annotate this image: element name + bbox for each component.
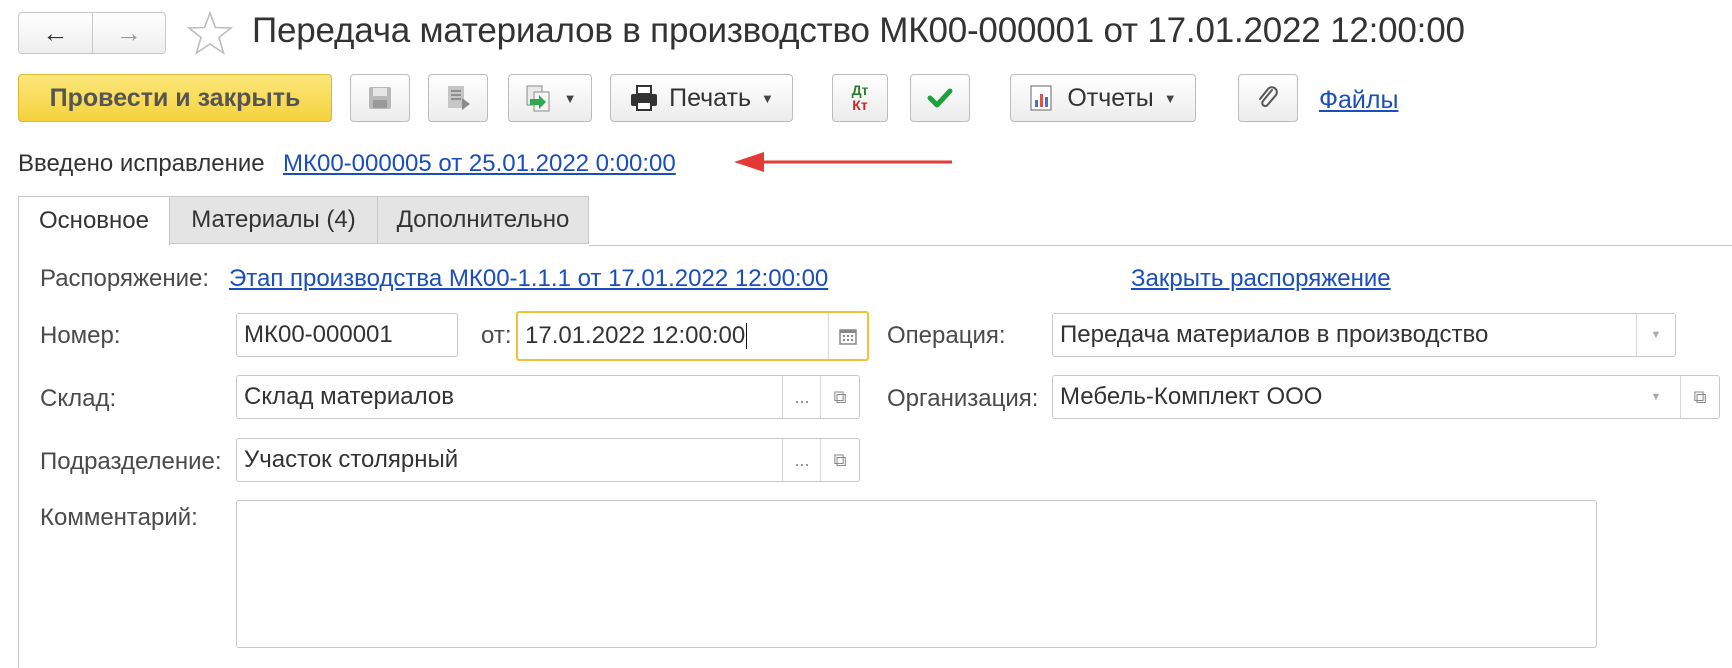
department-open-button[interactable]: ⧉: [820, 439, 859, 481]
chevron-down-icon: ▼: [1650, 391, 1662, 403]
post-document-icon: [448, 86, 470, 110]
print-button[interactable]: Печать ▼: [610, 74, 793, 122]
number-label: Номер:: [40, 322, 121, 349]
checkmark-button[interactable]: [910, 74, 970, 122]
chevron-down-icon: ▼: [1163, 90, 1177, 106]
ellipsis-icon: ...: [794, 449, 810, 470]
tab-bar: Основное Материалы (4) Дополнительно: [18, 196, 589, 246]
tab-additional[interactable]: Дополнительно: [377, 196, 589, 244]
open-window-icon: ⧉: [833, 386, 847, 407]
department-choose-button[interactable]: ...: [782, 439, 821, 481]
open-window-icon: ⧉: [1693, 386, 1707, 407]
operation-label: Операция:: [887, 322, 1006, 349]
comment-textarea[interactable]: [236, 500, 1597, 648]
close-order-link[interactable]: Закрыть распоряжение: [1131, 265, 1391, 293]
files-link[interactable]: Файлы: [1319, 86, 1398, 115]
order-label: Распоряжение:: [40, 265, 210, 292]
warehouse-label: Склад:: [40, 385, 117, 412]
organization-select[interactable]: Мебель-Комплект ООО ▼ ⧉: [1052, 375, 1720, 419]
correction-link[interactable]: МК00-000005 от 25.01.2022 0:00:00: [283, 150, 676, 178]
favorite-star-icon[interactable]: [186, 10, 234, 56]
paperclip-icon: [1259, 86, 1278, 107]
arrow-right-icon: →: [115, 17, 142, 48]
calendar-button[interactable]: [828, 313, 867, 359]
text-cursor: [746, 323, 748, 349]
operation-select[interactable]: Передача материалов в производство ▼: [1052, 313, 1676, 357]
department-value: Участок столярный: [244, 446, 459, 473]
date-value: 17.01.2022 12:00:00: [525, 322, 746, 349]
correction-label: Введено исправление: [18, 150, 265, 177]
chevron-down-icon: ▼: [1650, 329, 1662, 341]
kt-label: Кт: [852, 97, 868, 113]
post-and-close-button[interactable]: Провести и закрыть: [18, 74, 332, 122]
panel-border: [18, 245, 19, 668]
department-field[interactable]: Участок столярный ... ⧉: [236, 438, 860, 482]
post-button[interactable]: [428, 74, 488, 122]
number-field[interactable]: МК00-000001: [236, 313, 458, 357]
printer-icon: [631, 85, 658, 111]
forward-button[interactable]: →: [91, 13, 166, 53]
department-label: Подразделение:: [40, 448, 222, 475]
order-link[interactable]: Этап производства МК00-1.1.1 от 17.01.20…: [229, 265, 828, 293]
reports-label: Отчеты: [1067, 83, 1154, 112]
attach-file-button[interactable]: [1238, 74, 1298, 122]
create-based-on-button[interactable]: ▼: [508, 74, 592, 122]
report-chart-icon: [1030, 85, 1052, 111]
save-button[interactable]: [350, 74, 410, 122]
comment-label: Комментарий:: [40, 504, 198, 531]
warehouse-open-button[interactable]: ⧉: [820, 376, 859, 418]
back-button[interactable]: ←: [19, 13, 92, 53]
operation-dropdown-button[interactable]: ▼: [1636, 314, 1675, 356]
reports-button[interactable]: Отчеты ▼: [1010, 74, 1196, 122]
number-value: МК00-000001: [244, 321, 393, 348]
date-field[interactable]: 17.01.2022 12:00:00: [516, 311, 869, 361]
ellipsis-icon: ...: [794, 386, 810, 407]
history-nav: ← →: [18, 12, 166, 54]
page-title: Передача материалов в производство МК00-…: [252, 11, 1465, 50]
dt-label: Дт: [851, 82, 869, 98]
tab-divider: [589, 245, 1732, 246]
warehouse-choose-button[interactable]: ...: [782, 376, 821, 418]
warehouse-value: Склад материалов: [244, 383, 454, 410]
tab-main[interactable]: Основное: [18, 196, 170, 246]
date-label: от:: [481, 322, 512, 349]
warehouse-field[interactable]: Склад материалов ... ⧉: [236, 375, 860, 419]
operation-value: Передача материалов в производство: [1060, 321, 1489, 348]
open-window-icon: ⧉: [833, 449, 847, 470]
chevron-down-icon: ▼: [563, 90, 577, 106]
chevron-down-icon: ▼: [761, 90, 774, 106]
organization-dropdown-button[interactable]: ▼: [1637, 376, 1675, 418]
create-based-on-icon: [526, 85, 550, 112]
tab-materials[interactable]: Материалы (4): [169, 196, 378, 244]
arrow-left-icon: ←: [42, 17, 69, 48]
checkmark-icon: [927, 88, 953, 108]
organization-open-button[interactable]: ⧉: [1680, 376, 1719, 418]
print-label: Печать: [669, 83, 752, 112]
dt-kt-postings-button[interactable]: Дт Кт: [832, 74, 888, 122]
red-arrow-annotation: [734, 152, 952, 172]
calendar-icon: [839, 329, 857, 345]
organization-value: Мебель-Комплект ООО: [1060, 383, 1323, 410]
floppy-disk-icon: [369, 87, 391, 109]
organization-label: Организация:: [887, 385, 1039, 412]
